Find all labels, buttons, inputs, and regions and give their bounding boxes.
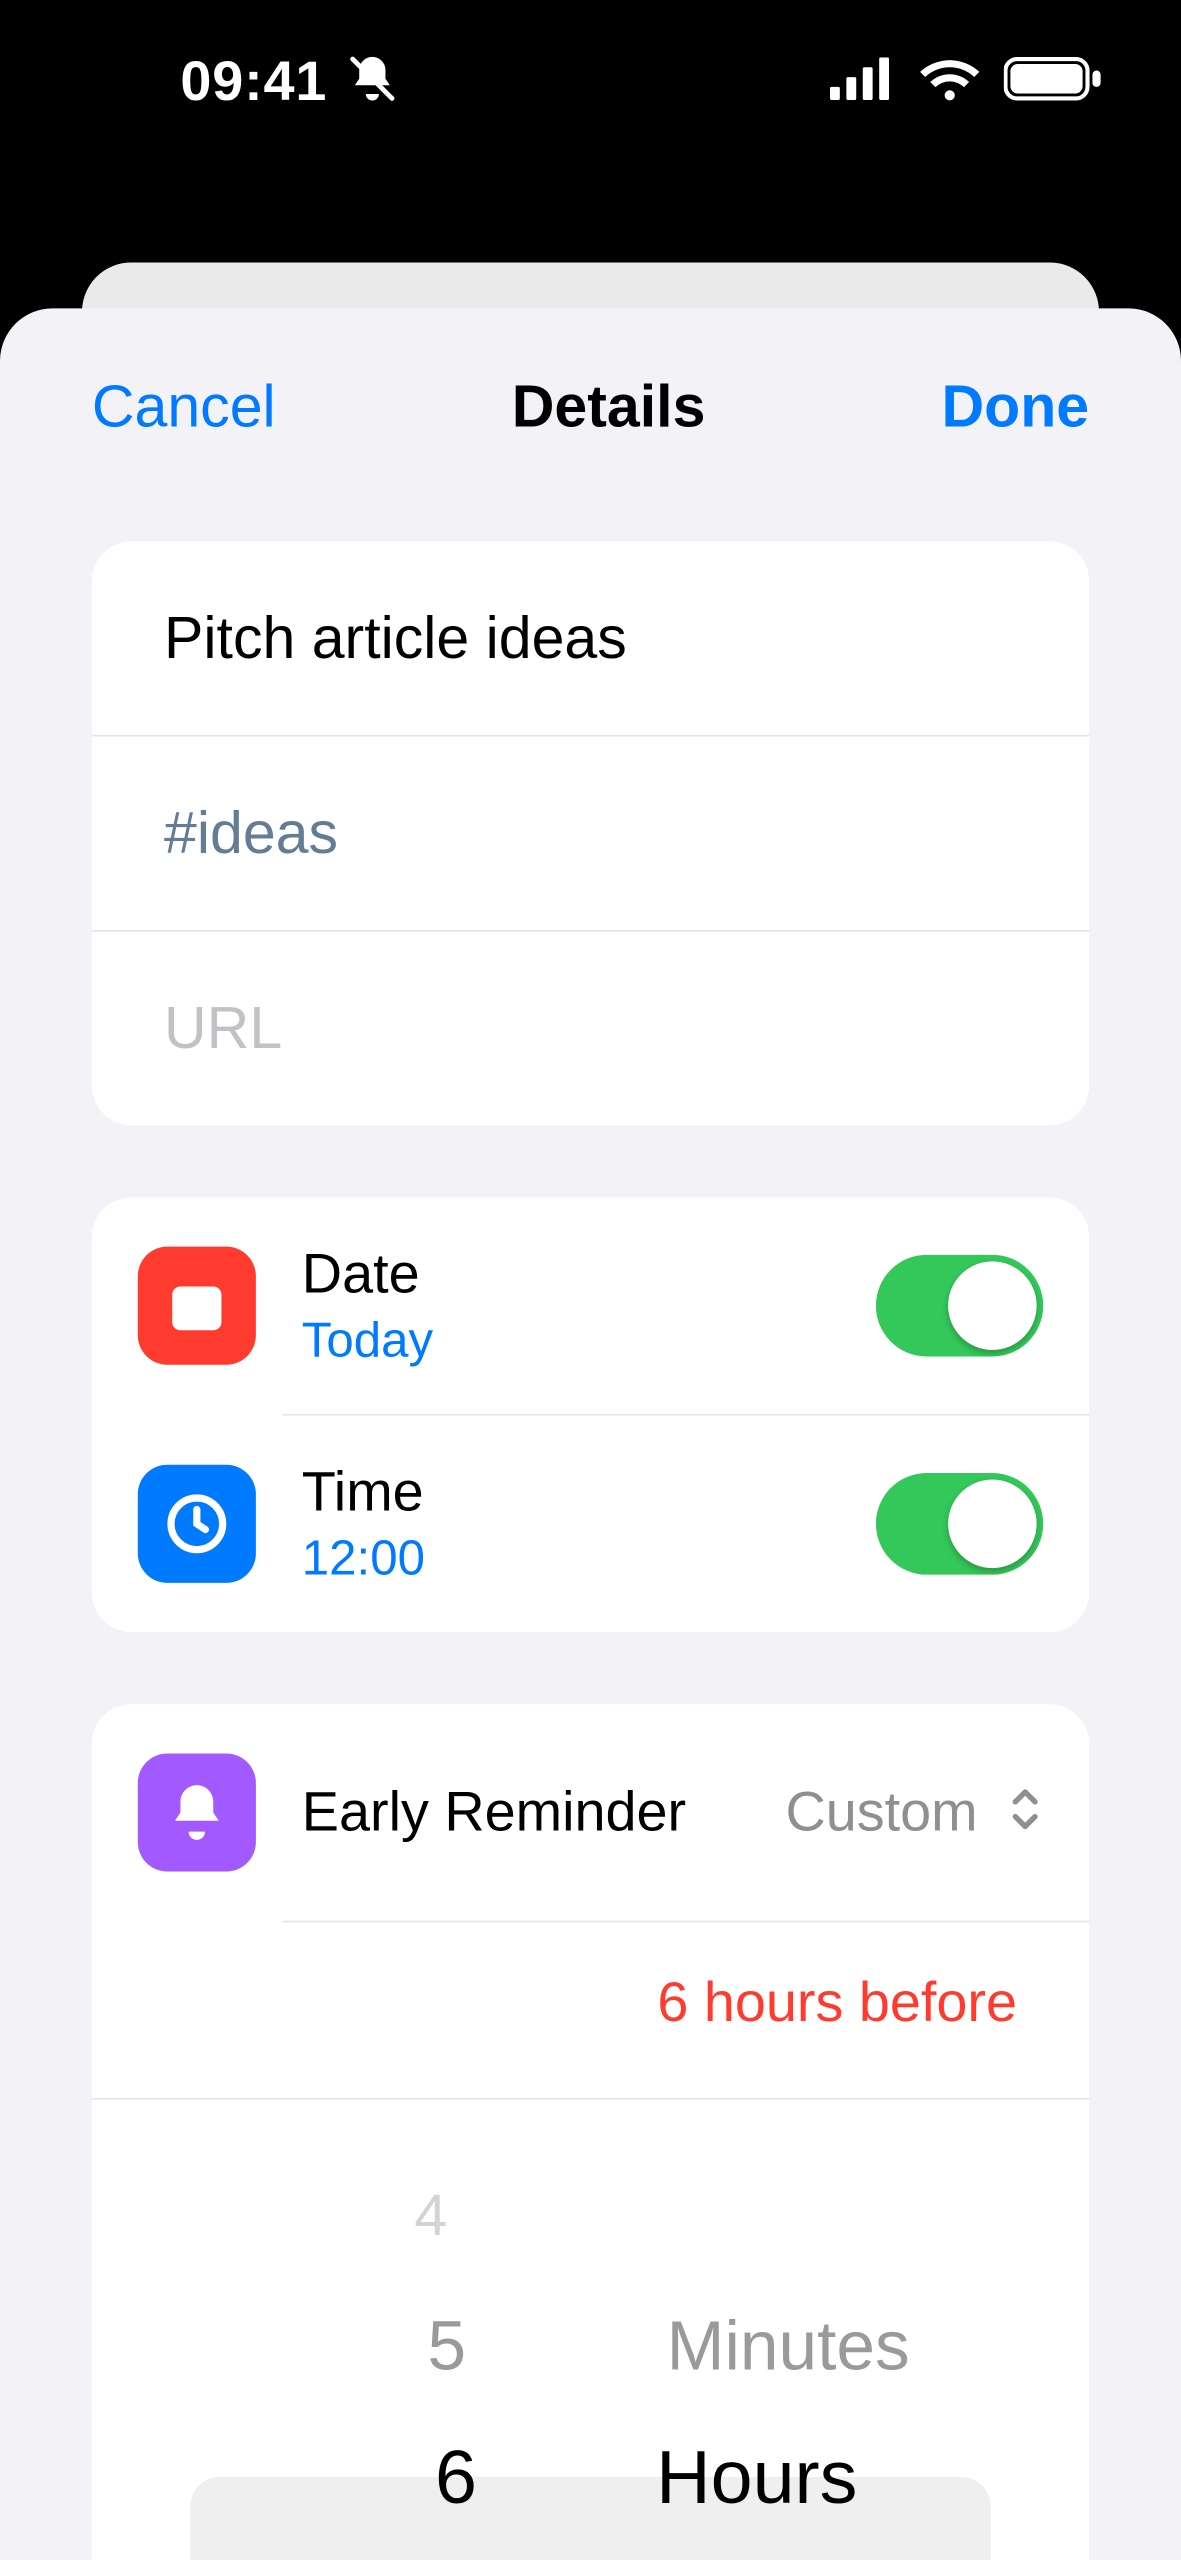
early-reminder-summary: 6 hours before (92, 1922, 1089, 2099)
url-input[interactable]: URL (92, 932, 1089, 1126)
clock-icon (138, 1465, 256, 1583)
done-button[interactable]: Done (942, 372, 1090, 441)
status-time: 09:41 (180, 50, 327, 114)
date-time-group: Date Today Time 12:00 (92, 1197, 1089, 1632)
time-toggle[interactable] (876, 1473, 1043, 1575)
picker-unit-selected: Hours (656, 2411, 857, 2542)
cellular-icon (830, 57, 896, 108)
date-value[interactable]: Today (302, 1313, 876, 1369)
early-reminder-mode: Custom (785, 1781, 977, 1845)
text-fields-group: Pitch article ideas #ideas URL (92, 541, 1089, 1125)
stepper-icon[interactable] (1007, 1784, 1043, 1841)
picker-number-column[interactable]: 3 4 5 6 7 8 9 10 (92, 2100, 591, 2560)
nav-bar: Cancel Details Done (0, 308, 1181, 505)
date-label: Date (302, 1243, 876, 1307)
calendar-icon (138, 1247, 256, 1365)
date-toggle[interactable] (876, 1255, 1043, 1357)
picker-number-selected: 6 (92, 2411, 591, 2542)
date-row[interactable]: Date Today (92, 1197, 1089, 1414)
title-input[interactable]: Pitch article ideas (92, 541, 1089, 736)
early-reminder-label: Early Reminder (302, 1781, 786, 1845)
picker-unit-column[interactable]: . . Minutes Hours Days Weeks Months . (591, 2100, 1090, 2560)
wifi-icon (919, 55, 981, 109)
details-sheet: Cancel Details Done Pitch article ideas … (0, 308, 1181, 2560)
time-value[interactable]: 12:00 (302, 1531, 876, 1587)
cancel-button[interactable]: Cancel (92, 372, 276, 441)
page-title: Details (512, 372, 706, 441)
status-bar: 09:41 (0, 0, 1181, 164)
bell-icon (138, 1753, 256, 1871)
early-reminder-row[interactable]: Early Reminder Custom (92, 1704, 1089, 1921)
time-label: Time (302, 1461, 876, 1525)
notes-input[interactable]: #ideas (92, 736, 1089, 931)
reminder-picker[interactable]: 3 4 5 6 7 8 9 10 . . (92, 2100, 1089, 2560)
time-row[interactable]: Time 12:00 (92, 1416, 1089, 1633)
early-reminder-group: Early Reminder Custom 6 hours before 3 4… (92, 1704, 1089, 2560)
do-not-disturb-icon (347, 52, 399, 113)
battery-icon (1004, 55, 1102, 109)
